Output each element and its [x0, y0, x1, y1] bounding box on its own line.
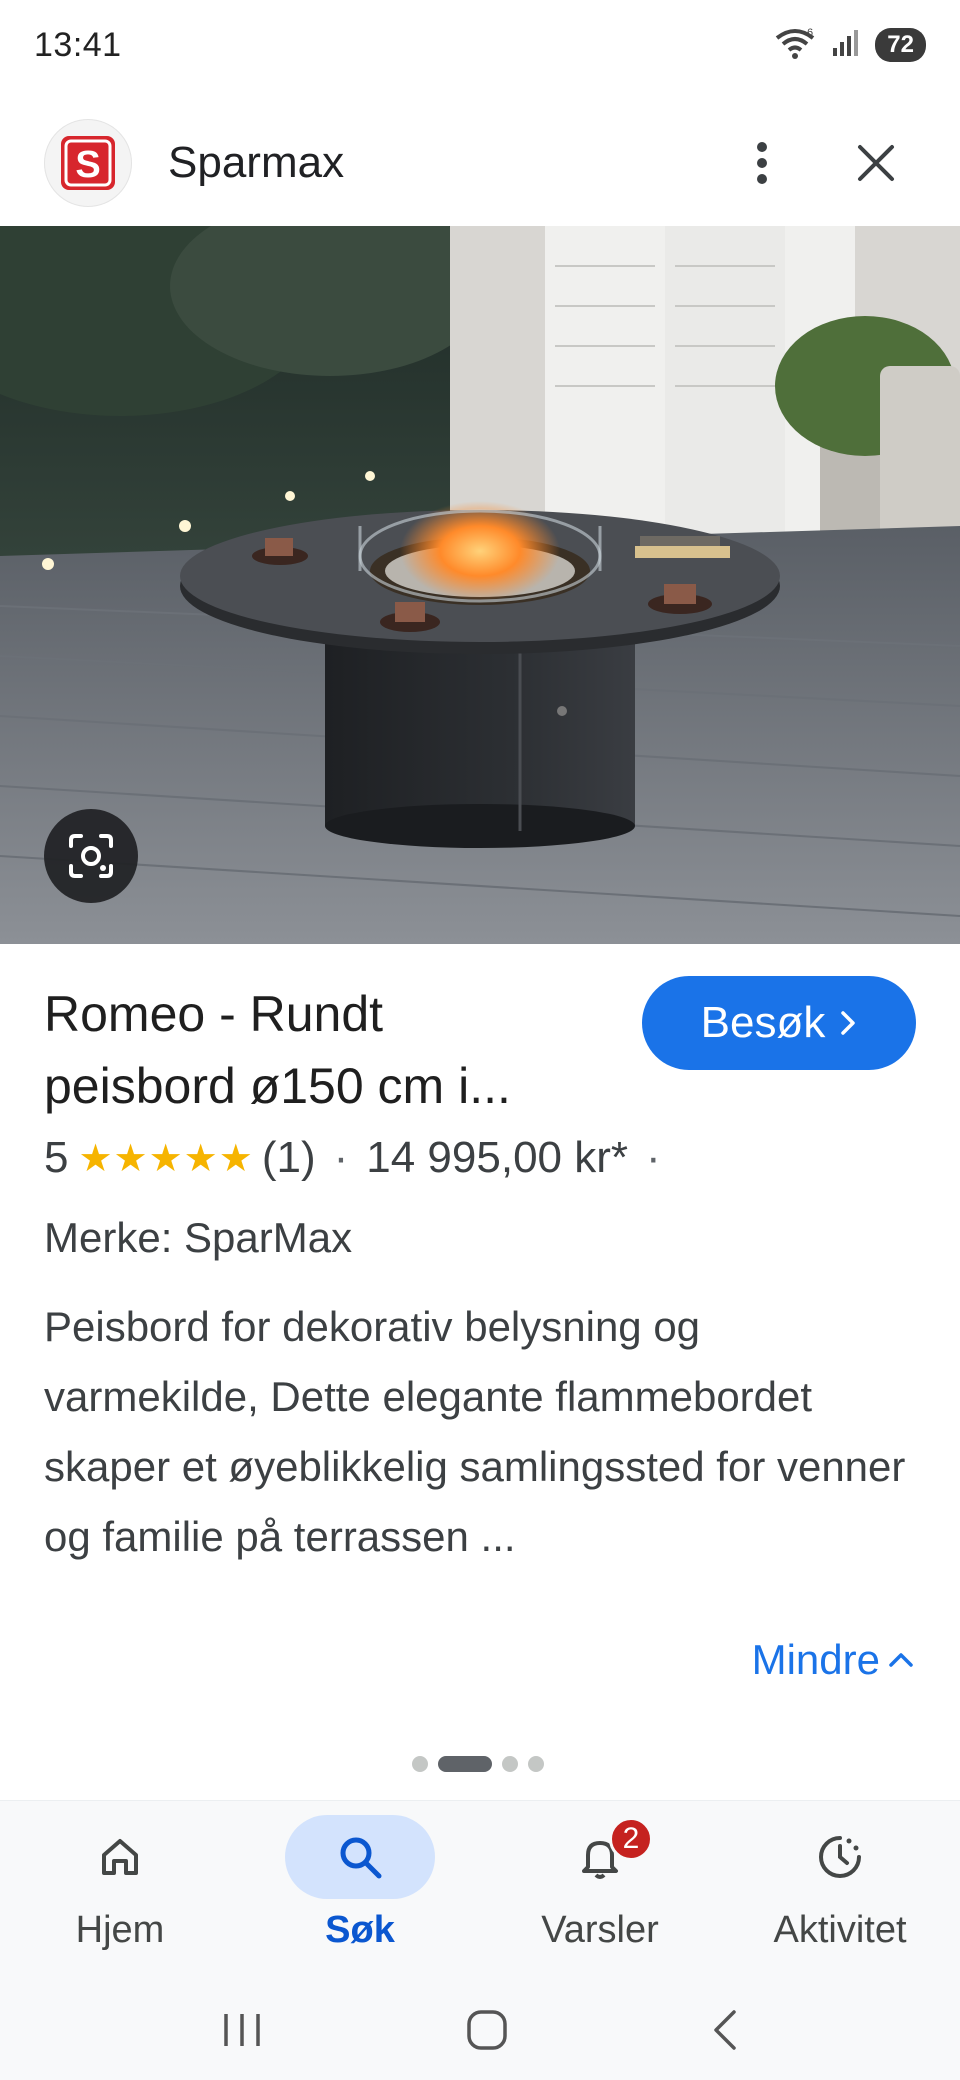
- status-time: 13:41: [34, 25, 122, 64]
- nav-activity[interactable]: Aktivitet: [720, 1801, 960, 1980]
- recent-apps-icon[interactable]: [220, 2010, 264, 2050]
- bottom-navigation: Hjem Søk 2 Varsler Aktivitet: [0, 1800, 960, 1980]
- fire-table-illustration: [0, 226, 960, 944]
- pager-dot-active[interactable]: [438, 1756, 492, 1772]
- back-icon[interactable]: [710, 2008, 740, 2052]
- product-price: 14 995,00 kr*: [366, 1133, 629, 1182]
- chevron-right-icon: [841, 1011, 856, 1035]
- site-logo[interactable]: S: [44, 119, 132, 207]
- product-title[interactable]: Romeo - Rundt peisbord ø150 cm i...: [44, 978, 604, 1122]
- nav-search-label: Søk: [325, 1909, 395, 1951]
- separator-dot-trailing: ·: [646, 1133, 661, 1182]
- home-icon: [102, 1839, 138, 1875]
- notification-badge: 2: [609, 1817, 653, 1861]
- product-title-line1: Romeo - Rundt: [44, 986, 384, 1042]
- show-less-link[interactable]: Mindre: [752, 1636, 916, 1684]
- close-icon: [858, 145, 894, 181]
- more-options-button[interactable]: [722, 123, 802, 203]
- rating-row: 5 ★★★★★ (1) · 14 995,00 kr* ·: [44, 1128, 679, 1188]
- product-title-line2: peisbord ø150 cm i...: [44, 1058, 511, 1114]
- product-brand: Merke: SparMax: [44, 1214, 353, 1261]
- svg-text:6: 6: [807, 27, 813, 39]
- visit-button[interactable]: Besøk: [642, 976, 916, 1070]
- status-bar: 13:41 6 72: [0, 0, 960, 90]
- system-navigation: [0, 1980, 960, 2080]
- more-vert-icon: [757, 142, 767, 184]
- carousel-pager: [412, 1756, 544, 1772]
- visit-button-label: Besøk: [700, 998, 826, 1047]
- nav-notifications-label: Varsler: [541, 1909, 659, 1951]
- activity-icon: [819, 1836, 861, 1878]
- show-less-label: Mindre: [751, 1636, 880, 1683]
- home-button-icon[interactable]: [465, 2008, 509, 2052]
- search-icon: [340, 1837, 382, 1879]
- nav-activity-icon-wrap: [765, 1815, 915, 1899]
- pager-dot[interactable]: [412, 1756, 428, 1772]
- product-image[interactable]: [0, 226, 960, 944]
- nav-home-label: Hjem: [75, 1909, 165, 1951]
- nav-notifications[interactable]: 2 Varsler: [480, 1801, 720, 1980]
- battery-indicator: 72: [875, 28, 926, 62]
- nav-notifications-icon-wrap: 2: [525, 1815, 675, 1899]
- pager-dot[interactable]: [528, 1756, 544, 1772]
- nav-search[interactable]: Søk: [240, 1801, 480, 1980]
- nav-home-icon-wrap: [45, 1815, 195, 1899]
- svg-text:S: S: [75, 144, 100, 186]
- signal-icon: [831, 28, 861, 63]
- nav-activity-label: Aktivitet: [773, 1909, 907, 1951]
- lens-icon: [69, 834, 113, 878]
- product-description: Peisbord for dekorativ belysning og varm…: [44, 1303, 906, 1560]
- rating-count: (1): [261, 1133, 316, 1182]
- site-name: Sparmax: [168, 138, 345, 187]
- site-header: S Sparmax: [0, 100, 960, 226]
- nav-search-icon-wrap: [285, 1815, 435, 1899]
- wifi-icon: 6: [773, 26, 817, 65]
- page: 13:41 6 72 S Sparmax Romeo - Rundt peisb…: [0, 0, 960, 2080]
- visual-search-button[interactable]: [44, 809, 138, 903]
- chevron-up-icon: [889, 1653, 913, 1667]
- status-icons: 6 72: [773, 26, 926, 65]
- star-rating-icon: ★★★★★: [78, 1137, 254, 1180]
- close-button[interactable]: [836, 123, 916, 203]
- separator-dot: ·: [333, 1133, 349, 1182]
- nav-home[interactable]: Hjem: [0, 1801, 240, 1980]
- rating-value: 5: [44, 1133, 69, 1182]
- pager-dot[interactable]: [502, 1756, 518, 1772]
